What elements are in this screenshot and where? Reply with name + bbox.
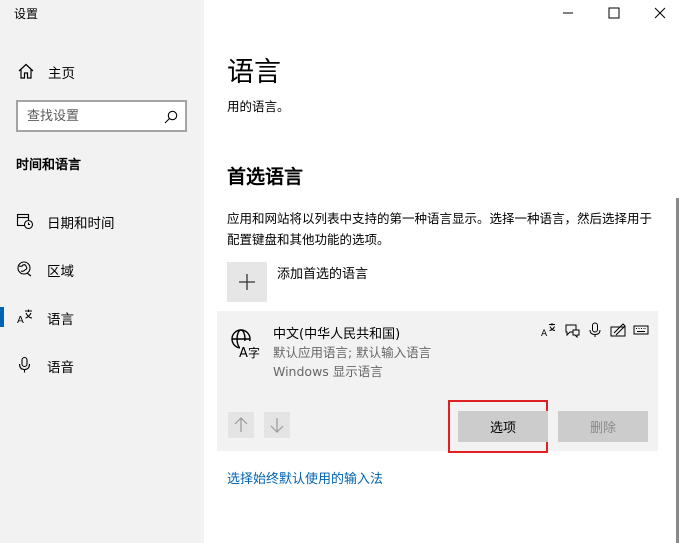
sidebar-item-label: 主页 [48, 66, 75, 82]
add-language-button[interactable] [227, 262, 267, 302]
sidebar-item-label: 语言 [47, 312, 74, 328]
close-button[interactable] [637, 0, 683, 28]
options-button[interactable]: 选项 [458, 411, 548, 442]
speech-bubble-icon [564, 322, 580, 339]
minimize-icon [563, 12, 573, 14]
microphone-icon [587, 322, 603, 338]
delete-button[interactable]: 删除 [558, 411, 648, 442]
move-up-button[interactable] [228, 412, 254, 438]
sidebar-item-label: 日期和时间 [47, 216, 115, 232]
handwriting-icon [610, 322, 626, 338]
app-title: 设置 [14, 7, 39, 21]
search-input[interactable] [18, 102, 158, 130]
input-method-link[interactable]: 选择始终默认使用的输入法 [227, 468, 383, 487]
sidebar-item-language[interactable]: A 语言 [0, 300, 204, 334]
sidebar-item-region[interactable]: 区域 [0, 252, 204, 286]
language-icon: A [16, 308, 34, 326]
language-list-item[interactable]: A 字 中文(中华人民共和国) 默认应用语言; 默认输入语言 Windows 显… [217, 311, 658, 453]
arrow-down-icon [270, 418, 284, 433]
search-icon[interactable] [164, 109, 178, 124]
calendar-clock-icon [16, 212, 34, 230]
maximize-button[interactable] [591, 0, 637, 28]
preferred-languages-description: 应用和网站将以列表中支持的第一种语言显示。选择一种语言，然后选择用于配置键盘和其… [227, 211, 653, 247]
sidebar-item-home[interactable]: 主页 [0, 58, 204, 84]
sidebar-item-label: 语音 [47, 360, 74, 376]
page-title: 语言 [227, 57, 281, 88]
sidebar-item-label: 区域 [47, 264, 74, 280]
svg-text:A: A [239, 346, 248, 359]
sidebar-item-speech[interactable]: 语音 [0, 348, 204, 382]
region-globe-icon [16, 260, 34, 278]
plus-icon [239, 274, 255, 290]
maximize-icon [608, 7, 620, 19]
sidebar-section-title: 时间和语言 [16, 158, 82, 173]
close-icon [654, 7, 666, 19]
svg-text:字: 字 [248, 345, 260, 359]
search-box[interactable] [16, 100, 187, 132]
svg-text:A: A [541, 329, 548, 338]
add-language-label[interactable]: 添加首选的语言 [277, 263, 368, 282]
language-default-status: 默认应用语言; 默认输入语言 [273, 345, 432, 360]
page-subtitle: 用的语言。 [227, 99, 290, 114]
sidebar: 设置 主页 时间和语言 日期和时间 [0, 0, 204, 543]
preferred-languages-heading: 首选语言 [227, 166, 304, 188]
arrow-up-icon [234, 417, 248, 432]
keyboard-icon [633, 322, 649, 338]
selected-indicator [0, 307, 4, 327]
language-name: 中文(中华人民共和国) [273, 327, 401, 342]
home-icon [17, 62, 35, 80]
language-display-status: Windows 显示语言 [273, 364, 383, 379]
minimize-button[interactable] [545, 0, 591, 28]
svg-text:A: A [17, 315, 24, 326]
language-display-icon: A 字 [229, 327, 261, 361]
scrollbar[interactable] [676, 198, 679, 543]
move-down-button[interactable] [264, 412, 290, 438]
sidebar-item-date-time[interactable]: 日期和时间 [0, 204, 204, 238]
display-language-icon: A [541, 322, 557, 339]
microphone-icon [16, 356, 34, 374]
